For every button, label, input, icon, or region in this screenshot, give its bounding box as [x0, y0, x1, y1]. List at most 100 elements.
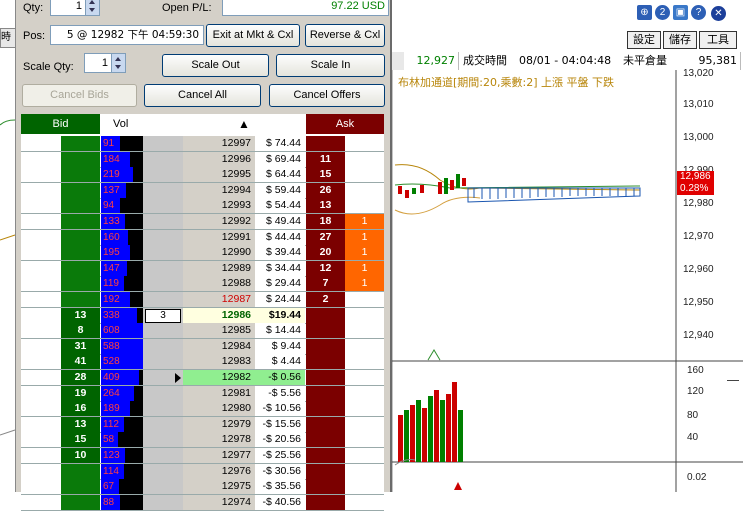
ladder-row[interactable]: 91 12997 $ 74.44: [21, 136, 384, 152]
my-bid-cell[interactable]: [21, 151, 61, 167]
bid-cell[interactable]: [61, 245, 100, 261]
working-order-cell[interactable]: 3: [143, 307, 183, 323]
ladder-row[interactable]: 67 12975 -$ 35.56: [21, 479, 384, 496]
my-ask-cell[interactable]: [345, 307, 384, 323]
my-ask-cell[interactable]: [345, 401, 384, 417]
price-cell[interactable]: 12992: [183, 214, 255, 229]
my-bid-cell[interactable]: [21, 276, 61, 292]
price-cell[interactable]: 12981: [183, 385, 255, 401]
ask-cell[interactable]: 12: [306, 260, 345, 276]
price-cell[interactable]: 12978: [183, 432, 255, 448]
qty-value[interactable]: 1: [76, 0, 82, 12]
ask-cell[interactable]: 26: [306, 182, 345, 198]
ladder-row[interactable]: 195 12990 $ 39.44 20 1: [21, 245, 384, 262]
price-cell[interactable]: 12991: [183, 229, 255, 245]
ladder-row[interactable]: 19 264 12981 -$ 5.56: [21, 385, 384, 402]
price-cell[interactable]: 12997: [183, 136, 255, 151]
price-cell[interactable]: 12996: [183, 151, 255, 167]
ask-cell[interactable]: 27: [306, 229, 345, 245]
my-bid-cell[interactable]: [21, 307, 61, 323]
price-cell[interactable]: 12984: [183, 338, 255, 354]
ladder-row[interactable]: 184 12996 $ 69.44 11: [21, 151, 384, 168]
working-order-cell[interactable]: [143, 276, 183, 292]
my-ask-cell[interactable]: [345, 354, 384, 370]
my-ask-cell[interactable]: 1: [345, 260, 384, 276]
price-cell[interactable]: 12995: [183, 167, 255, 183]
ask-cell[interactable]: 18: [306, 214, 345, 229]
my-ask-cell[interactable]: [345, 198, 384, 214]
my-ask-cell[interactable]: [345, 292, 384, 307]
bid-cell[interactable]: [61, 229, 100, 245]
save-button[interactable]: 儲存: [663, 31, 697, 49]
my-bid-cell[interactable]: [21, 260, 61, 276]
my-ask-cell[interactable]: 1: [345, 245, 384, 261]
working-order-cell[interactable]: [143, 245, 183, 261]
ask-cell[interactable]: [306, 323, 345, 339]
my-ask-cell[interactable]: [345, 432, 384, 448]
my-bid-cell[interactable]: [21, 401, 61, 417]
close-icon[interactable]: ✕: [710, 5, 727, 22]
bid-cell[interactable]: [61, 167, 100, 183]
ladder-row[interactable]: 15 58 12978 -$ 20.56: [21, 432, 384, 449]
tools-button[interactable]: 工具: [699, 31, 737, 49]
ladder-row[interactable]: 31 588 12984 $ 9.44: [21, 338, 384, 355]
price-cell[interactable]: 12976: [183, 463, 255, 479]
working-order-cell[interactable]: [143, 401, 183, 417]
ask-cell[interactable]: [306, 338, 345, 354]
working-order-cell[interactable]: [143, 229, 183, 245]
my-bid-cell[interactable]: [21, 292, 61, 307]
working-order-cell[interactable]: [143, 260, 183, 276]
my-bid-cell[interactable]: [21, 448, 61, 463]
bid-cell[interactable]: [61, 260, 100, 276]
my-bid-cell[interactable]: [21, 338, 61, 354]
ladder-row[interactable]: 88 12974 -$ 40.56: [21, 494, 384, 511]
working-order-cell[interactable]: [143, 323, 183, 339]
cancel-all-button[interactable]: Cancel All: [144, 84, 261, 107]
working-order-cell[interactable]: [143, 354, 183, 370]
ask-cell[interactable]: 11: [306, 151, 345, 167]
scale-qty-spin-icon[interactable]: [111, 54, 125, 72]
my-bid-cell[interactable]: [21, 229, 61, 245]
working-order-cell[interactable]: [143, 385, 183, 401]
my-bid-cell[interactable]: [21, 370, 61, 385]
ask-cell[interactable]: [306, 463, 345, 479]
my-bid-cell[interactable]: [21, 198, 61, 214]
price-cell[interactable]: 12980: [183, 401, 255, 417]
my-ask-cell[interactable]: [345, 385, 384, 401]
bid-cell[interactable]: [61, 136, 100, 151]
my-bid-cell[interactable]: [21, 245, 61, 261]
ask-cell[interactable]: [306, 432, 345, 448]
my-ask-cell[interactable]: [345, 494, 384, 510]
my-ask-cell[interactable]: [345, 182, 384, 198]
price-cell[interactable]: 12983: [183, 354, 255, 370]
ladder-row[interactable]: 119 12988 $ 29.44 7 1: [21, 276, 384, 293]
ask-cell[interactable]: [306, 416, 345, 432]
my-bid-cell[interactable]: [21, 354, 61, 370]
ask-cell[interactable]: [306, 354, 345, 370]
scale-qty-value[interactable]: 1: [102, 57, 108, 69]
ladder-row[interactable]: 8 608 12985 $ 14.44: [21, 323, 384, 340]
my-ask-cell[interactable]: [345, 136, 384, 151]
ladder-row[interactable]: 13 338 3 12986 $19.44: [21, 307, 384, 324]
ask-cell[interactable]: [306, 307, 345, 323]
bid-cell[interactable]: 16: [61, 401, 100, 417]
price-cell[interactable]: 12982: [183, 370, 255, 385]
my-bid-cell[interactable]: [21, 463, 61, 479]
vol-header[interactable]: Vol: [101, 114, 143, 134]
my-bid-cell[interactable]: [21, 167, 61, 183]
cancel-offers-button[interactable]: Cancel Offers: [269, 84, 385, 107]
ladder-row[interactable]: 10 123 12977 -$ 25.56: [21, 448, 384, 464]
price-cell[interactable]: 12979: [183, 416, 255, 432]
ask-header[interactable]: Ask: [306, 114, 384, 134]
working-order-cell[interactable]: [143, 151, 183, 167]
my-ask-cell[interactable]: [345, 151, 384, 167]
working-order-qty[interactable]: 3: [145, 308, 181, 323]
ladder-row[interactable]: 160 12991 $ 44.44 27 1: [21, 229, 384, 246]
ask-cell[interactable]: [306, 401, 345, 417]
my-ask-cell[interactable]: [345, 370, 384, 385]
settings-button[interactable]: 設定: [627, 31, 661, 49]
recenter-arrow-icon[interactable]: ▲: [183, 114, 305, 134]
bid-cell[interactable]: 28: [61, 370, 100, 385]
my-bid-cell[interactable]: [21, 416, 61, 432]
bid-cell[interactable]: 31: [61, 338, 100, 354]
